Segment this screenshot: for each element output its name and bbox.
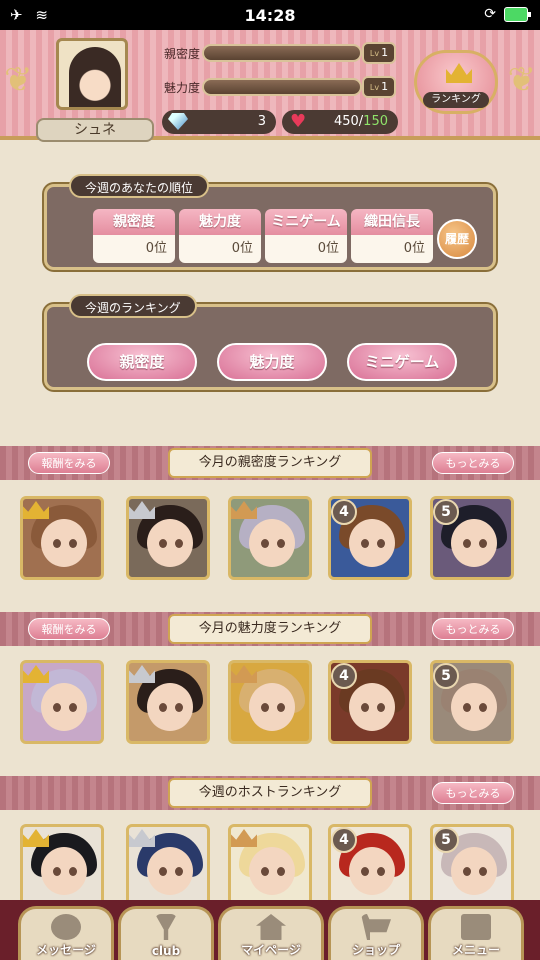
my-rank-charm: 魅力度 0位	[179, 209, 261, 265]
my-rank-oda-nobunaga: 織田信長 0位	[351, 209, 433, 265]
reward-button[interactable]: 報酬をみる	[28, 618, 110, 640]
player-name: シュネ	[36, 118, 154, 142]
hearts-max: 150	[363, 114, 388, 129]
section-title: 今週のホストランキング	[168, 778, 372, 808]
status-time: 14:28	[244, 6, 296, 25]
ornament-right-icon: ❦	[507, 60, 537, 100]
more-button[interactable]: もっとみる	[432, 618, 514, 640]
section-intimacy-header: 報酬をみる 今月の親密度ランキング もっとみる	[0, 446, 540, 480]
more-button[interactable]: もっとみる	[432, 452, 514, 474]
rank-4-badge: 4	[331, 827, 357, 853]
ranker-card-1[interactable]	[20, 496, 104, 580]
bottom-nav: メッセージ club マイページ ショップ メニュー	[0, 900, 540, 960]
ranker-card-2[interactable]	[126, 496, 210, 580]
reward-button[interactable]: 報酬をみる	[28, 452, 110, 474]
ranker-card-5[interactable]: 5	[430, 660, 514, 744]
section-title: 今月の魅力度ランキング	[168, 614, 372, 644]
stat-bar	[202, 78, 362, 96]
ranker-card-4[interactable]: 4	[328, 660, 412, 744]
nav-message[interactable]: メッセージ	[18, 906, 114, 960]
rank-4-badge: 4	[331, 499, 357, 525]
ranking-button[interactable]: ランキング	[414, 50, 498, 114]
my-rank-intimacy: 親密度 0位	[93, 209, 175, 265]
ranker-card-4[interactable]: 4	[328, 496, 412, 580]
ranker-card-3[interactable]	[228, 660, 312, 744]
section-host-header: 今週のホストランキング もっとみる	[0, 776, 540, 810]
ranker-card-3[interactable]	[228, 824, 312, 908]
book-icon	[461, 914, 491, 940]
ranker-card-2[interactable]	[126, 660, 210, 744]
player-avatar[interactable]	[56, 38, 128, 110]
stat-charm: 魅力度 Lv 1	[164, 76, 396, 98]
stat-label: 親密度	[164, 47, 201, 61]
history-button[interactable]: 履歴	[437, 219, 477, 259]
weekly-ranking-title: 今週のランキング	[69, 294, 197, 318]
heart-icon: ♥	[290, 111, 307, 132]
stat-label: 魅力度	[164, 81, 201, 95]
gem-count: 3	[257, 114, 266, 129]
nav-menu[interactable]: メニュー	[428, 906, 524, 960]
status-bar: ✈ ≋ 14:28 ⟳	[0, 0, 540, 30]
home-icon	[256, 914, 286, 940]
ranking-minigame-button[interactable]: ミニゲーム	[347, 343, 457, 381]
more-button[interactable]: もっとみる	[432, 782, 514, 804]
section-title: 今月の親密度ランキング	[168, 448, 372, 478]
ranker-card-5[interactable]: 5	[430, 496, 514, 580]
chat-bubble-icon	[51, 914, 81, 940]
ranker-card-2[interactable]	[126, 824, 210, 908]
ranker-card-1[interactable]	[20, 824, 104, 908]
hearts-current: 450	[333, 114, 359, 129]
my-rank-panel: 今週のあなたの順位 親密度 0位 魅力度 0位 ミニゲーム 0位 織田信長 0位…	[44, 174, 496, 270]
crown-icon	[446, 63, 472, 83]
avatar-face	[69, 47, 121, 107]
nav-club[interactable]: club	[118, 906, 214, 960]
section-charm-header: 報酬をみる 今月の魅力度ランキング もっとみる	[0, 612, 540, 646]
ornament-left-icon: ❦	[4, 60, 33, 100]
rank-5-badge: 5	[433, 827, 459, 853]
rotation-lock-icon: ⟳	[484, 6, 496, 22]
my-rank-minigame: ミニゲーム 0位	[265, 209, 347, 265]
heart-counter[interactable]: ♥ 450/150	[282, 110, 398, 134]
rank-5-badge: 5	[433, 663, 459, 689]
stat-level: Lv 1	[362, 42, 396, 64]
stat-intimacy: 親密度 Lv 1	[164, 42, 396, 64]
ranking-charm-button[interactable]: 魅力度	[217, 343, 327, 381]
rank-5-badge: 5	[433, 499, 459, 525]
ranker-card-4[interactable]: 4	[328, 824, 412, 908]
cart-icon	[361, 914, 391, 940]
rank-4-badge: 4	[331, 663, 357, 689]
gem-counter[interactable]: 3	[162, 110, 276, 134]
weekly-ranking-panel: 今週のランキング 親密度 魅力度 ミニゲーム	[44, 294, 496, 390]
ranker-card-3[interactable]	[228, 496, 312, 580]
ranker-card-1[interactable]	[20, 660, 104, 744]
ranking-button-label: ランキング	[423, 92, 489, 108]
stat-bar	[202, 44, 362, 62]
champagne-glass-icon	[155, 914, 177, 940]
my-rank-title: 今週のあなたの順位	[69, 174, 210, 198]
nav-shop[interactable]: ショップ	[328, 906, 424, 960]
ranking-intimacy-button[interactable]: 親密度	[87, 343, 197, 381]
nav-mypage[interactable]: マイページ	[218, 906, 324, 960]
stat-level: Lv 1	[362, 76, 396, 98]
ranker-card-5[interactable]: 5	[430, 824, 514, 908]
battery-icon	[504, 7, 531, 22]
diamond-icon	[168, 113, 188, 130]
